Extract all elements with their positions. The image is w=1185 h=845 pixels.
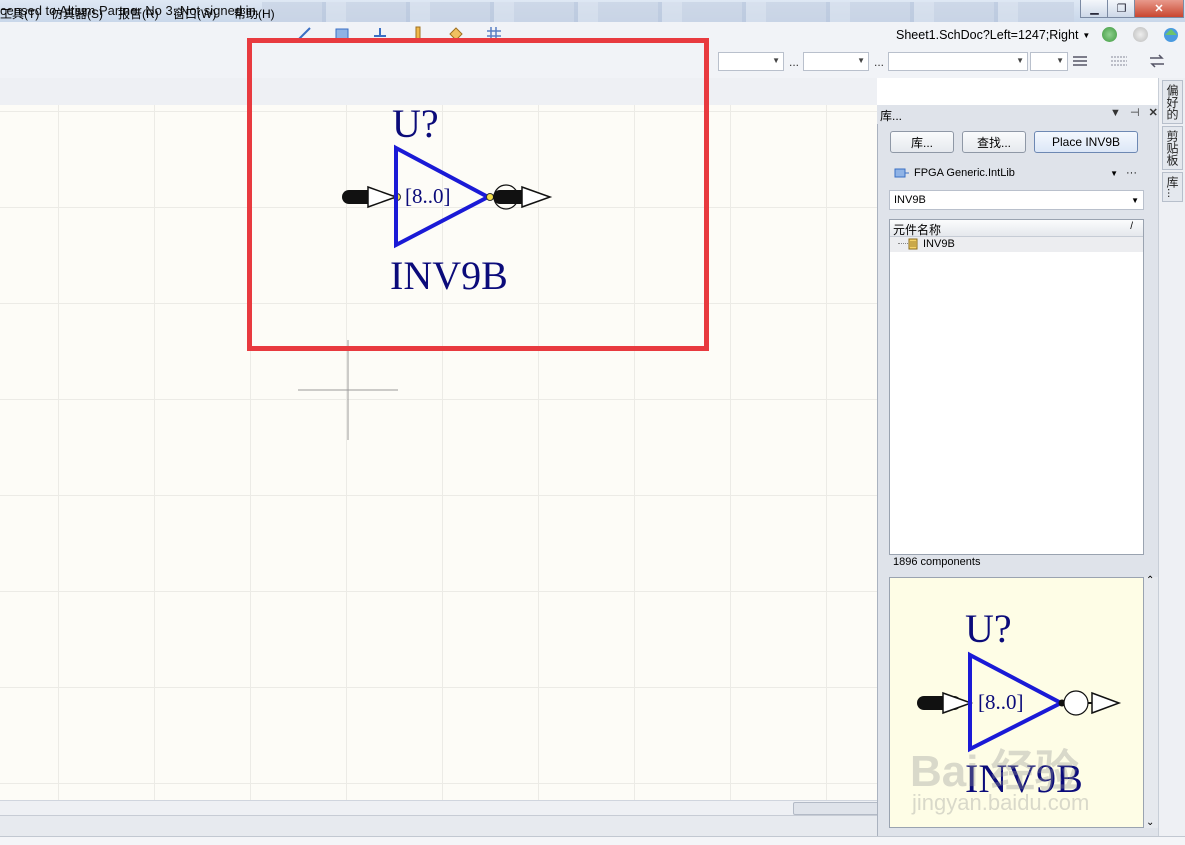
watermark-url: jingyan.baidu.com bbox=[912, 790, 1090, 815]
preview-designator: U? bbox=[965, 606, 1012, 651]
library-select[interactable]: FPGA Generic.IntLib ▼ ··· bbox=[889, 163, 1144, 183]
pin-icon[interactable]: ⊣ bbox=[1130, 107, 1140, 119]
column-header[interactable]: 元件名称 / bbox=[890, 220, 1143, 237]
side-tab-libraries[interactable]: 库... bbox=[1162, 172, 1183, 203]
side-tab-clipboard[interactable]: 剪贴板 bbox=[1162, 126, 1183, 170]
panel-controls[interactable]: ▼ ⊣ ✕ bbox=[1110, 106, 1158, 119]
scrollbar-thumb[interactable] bbox=[793, 802, 879, 815]
preview-scrollbar[interactable]: ⌃ ⌄ bbox=[1144, 575, 1158, 828]
column-header-label: 元件名称 bbox=[893, 223, 942, 237]
library-icon bbox=[894, 168, 909, 178]
side-tab-favorites[interactable]: 偏好的 bbox=[1162, 80, 1183, 124]
panel-close-icon[interactable]: ✕ bbox=[1149, 107, 1158, 119]
address-text: Sheet1.SchDoc?Left=1247;Right bbox=[896, 28, 1079, 42]
libraries-button[interactable]: 库... bbox=[890, 131, 954, 153]
menu-reports[interactable]: 报告(R) bbox=[118, 5, 159, 22]
place-button[interactable]: Place INV9B bbox=[1034, 131, 1138, 153]
toolbar-combo-4[interactable]: ▼ bbox=[1030, 52, 1068, 71]
highlight-box bbox=[247, 38, 709, 351]
search-button[interactable]: 查找... bbox=[962, 131, 1026, 153]
component-icon bbox=[908, 238, 918, 250]
more-icon[interactable]: ... bbox=[789, 55, 799, 69]
address-bar[interactable]: Sheet1.SchDoc?Left=1247;Right ▼ bbox=[896, 25, 1096, 45]
swap-icon[interactable] bbox=[1148, 52, 1166, 70]
sort-indicator: / bbox=[1130, 221, 1133, 232]
more-icon[interactable]: ··· bbox=[1126, 167, 1137, 179]
panel-title: 库... bbox=[880, 109, 903, 123]
menu-tools[interactable]: 工具(T) bbox=[0, 5, 39, 22]
dropdown-arrow-icon: ▼ bbox=[1110, 168, 1118, 178]
toolbar-combo-1[interactable]: ▼ bbox=[718, 52, 784, 71]
horizontal-scrollbar[interactable] bbox=[0, 800, 877, 816]
minimize-button[interactable]: ▁ bbox=[1080, 0, 1109, 18]
menu-window[interactable]: 窗口(W) bbox=[173, 5, 216, 22]
toolbar-combo-3[interactable]: ▼ bbox=[888, 52, 1028, 71]
back-icon[interactable] bbox=[1102, 27, 1117, 42]
maximize-button[interactable]: ❐ bbox=[1107, 0, 1136, 18]
input-arrow-icon bbox=[942, 691, 974, 715]
filter-input[interactable]: INV9B ▼ bbox=[889, 190, 1144, 210]
distribute-icon[interactable] bbox=[1110, 54, 1128, 68]
crosshair-cursor bbox=[298, 340, 398, 440]
inversion-bubble bbox=[1063, 690, 1089, 716]
filter-value: INV9B bbox=[894, 194, 926, 206]
component-name: INV9B bbox=[923, 238, 955, 250]
component-list[interactable] bbox=[889, 219, 1144, 555]
panel-menu-icon[interactable]: ▼ bbox=[1110, 107, 1121, 119]
list-item[interactable]: INV9B bbox=[890, 237, 1143, 252]
scroll-up-icon[interactable]: ⌃ bbox=[1146, 575, 1154, 586]
preview-bus-label: [8..0] bbox=[978, 690, 1024, 714]
forward-icon[interactable] bbox=[1133, 27, 1148, 42]
component-count: 1896 components bbox=[893, 556, 981, 568]
menu-help[interactable]: 帮助(H) bbox=[234, 5, 275, 22]
menu-simulator[interactable]: 仿真器(S) bbox=[51, 5, 103, 22]
home-icon[interactable] bbox=[1162, 26, 1180, 44]
align-icon[interactable] bbox=[1072, 54, 1088, 68]
library-name: FPGA Generic.IntLib bbox=[914, 167, 1015, 179]
dropdown-arrow-icon: ▼ bbox=[1131, 195, 1139, 205]
close-button[interactable]: ✕ bbox=[1134, 0, 1184, 18]
taskbar-tabs bbox=[262, 2, 1074, 22]
toolbar-combo-2[interactable]: ▼ bbox=[803, 52, 869, 71]
scroll-down-icon[interactable]: ⌄ bbox=[1146, 817, 1154, 828]
output-arrow-icon bbox=[1091, 691, 1122, 715]
more-icon[interactable]: ... bbox=[874, 55, 884, 69]
